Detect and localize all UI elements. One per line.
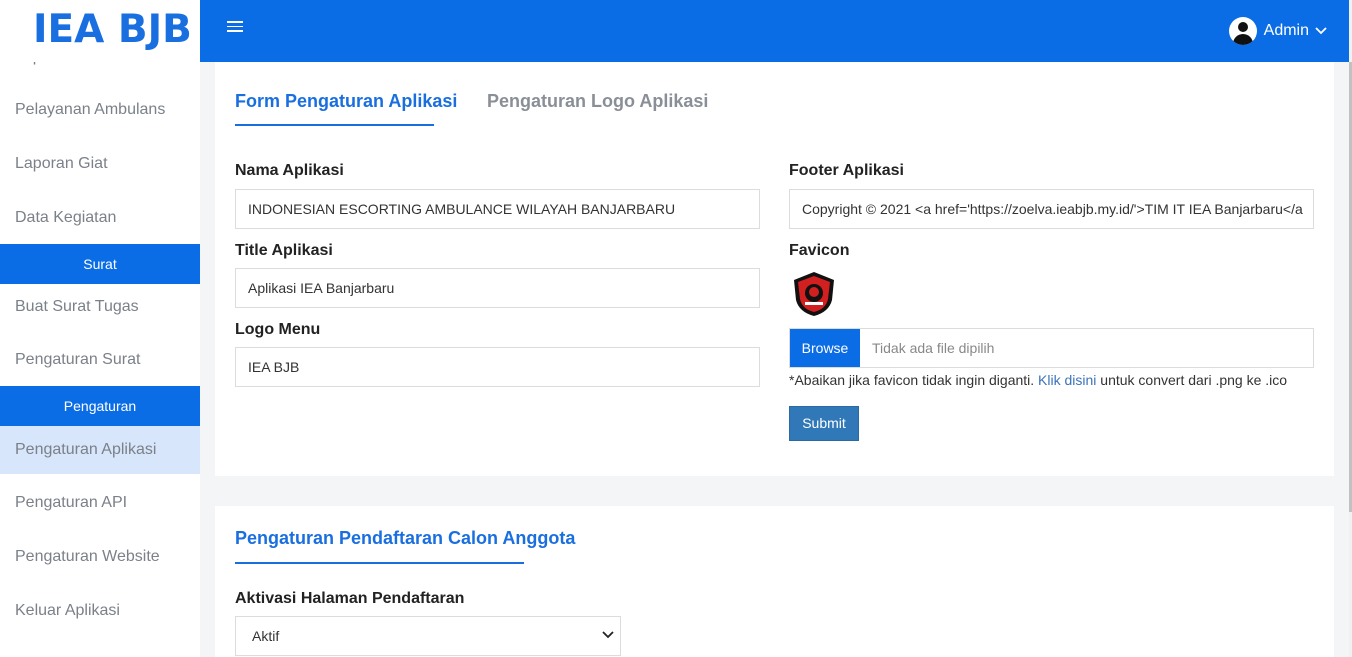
tab-pengaturan-logo-aplikasi[interactable]: Pengaturan Logo Aplikasi: [487, 91, 708, 112]
registration-section-title: Pengaturan Pendaftaran Calon Anggota: [235, 528, 576, 548]
hamburger-menu-icon[interactable]: [227, 21, 243, 33]
sidebar-header-pengaturan: Pengaturan: [0, 386, 200, 426]
favicon-file-input[interactable]: Browse Tidak ada file dipilih: [789, 328, 1314, 368]
submit-button[interactable]: Submit: [789, 406, 859, 441]
aktivasi-label: Aktivasi Halaman Pendaftaran: [235, 590, 465, 607]
convert-link[interactable]: Klik disini: [1038, 372, 1096, 388]
registration-card: Pengaturan Pendaftaran Calon Anggota Akt…: [215, 506, 1334, 657]
file-placeholder: Tidak ada file dipilih: [872, 340, 995, 356]
sidebar-item-pengaturan-website[interactable]: Pengaturan Website: [0, 533, 200, 581]
settings-card: Form Pengaturan Aplikasi Pengaturan Logo…: [215, 62, 1334, 476]
title-aplikasi-label: Title Aplikasi: [235, 242, 333, 259]
sidebar-item-data-kegiatan[interactable]: Data Kegiatan: [0, 194, 200, 242]
favicon-label: Favicon: [789, 242, 850, 259]
sidebar-item-keluar-aplikasi[interactable]: Keluar Aplikasi: [0, 587, 200, 635]
registration-title-underline: [235, 562, 524, 564]
tab-form-pengaturan-aplikasi[interactable]: Form Pengaturan Aplikasi: [235, 91, 457, 112]
favicon-note: *Abaikan jika favicon tidak ingin digant…: [789, 372, 1287, 388]
footer-aplikasi-label: Footer Aplikasi: [789, 162, 904, 179]
brand-logo-text: IEA BJB: [33, 7, 192, 52]
sidebar-item-laporan-giat[interactable]: Laporan Giat: [0, 140, 200, 188]
logo-menu-label: Logo Menu: [235, 321, 321, 338]
sidebar-item-buat-surat-tugas[interactable]: Buat Surat Tugas: [0, 283, 200, 331]
aktivasi-select-value: Aktif: [252, 628, 280, 644]
nama-aplikasi-label: Nama Aplikasi: [235, 162, 344, 179]
sidebar-item-pengaturan-surat[interactable]: Pengaturan Surat: [0, 336, 200, 384]
sidebar-item-pengaturan-aplikasi[interactable]: Pengaturan Aplikasi: [0, 426, 200, 474]
chevron-down-icon: [1315, 27, 1327, 35]
logo-menu-input[interactable]: IEA BJB: [235, 347, 760, 387]
favicon-note-suffix: untuk convert dari .png ke .ico: [1100, 372, 1288, 388]
favicon-shield-icon: [794, 272, 834, 316]
topbar: Admin: [200, 0, 1349, 62]
title-aplikasi-input[interactable]: Aplikasi IEA Banjarbaru: [235, 268, 760, 308]
favicon-note-text: *Abaikan jika favicon tidak ingin digant…: [789, 372, 1035, 388]
aktivasi-select[interactable]: Aktif: [235, 616, 621, 656]
browse-button[interactable]: Browse: [790, 329, 860, 367]
user-avatar-icon: [1228, 17, 1257, 45]
footer-aplikasi-input[interactable]: Copyright © 2021 <a href='https://zoelva…: [789, 189, 1314, 229]
sidebar: Laporan Kebutuhan IEA BJB Pelayanan Ambu…: [0, 0, 200, 657]
active-tab-underline: [235, 124, 434, 126]
sidebar-item-pengaturan-api[interactable]: Pengaturan API: [0, 479, 200, 527]
nama-aplikasi-input[interactable]: INDONESIAN ESCORTING AMBULANCE WILAYAH B…: [235, 189, 760, 229]
chevron-down-icon: [602, 631, 614, 639]
user-menu[interactable]: Admin: [1228, 16, 1327, 46]
sidebar-header-surat: Surat: [0, 244, 200, 284]
user-name: Admin: [1263, 22, 1309, 39]
brand[interactable]: IEA BJB: [0, 0, 200, 62]
sidebar-item-pelayanan-ambulans[interactable]: Pelayanan Ambulans: [0, 86, 200, 134]
